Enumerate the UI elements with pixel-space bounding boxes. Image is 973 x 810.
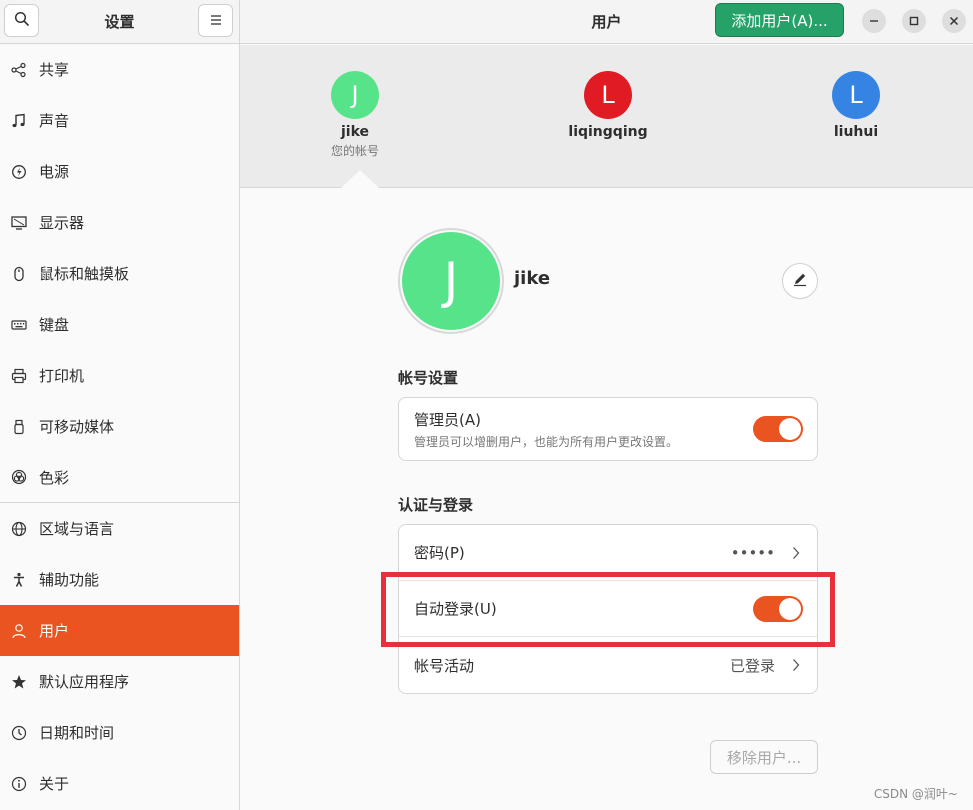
power-icon — [11, 164, 27, 180]
minimize-icon — [869, 12, 879, 30]
maximize-button[interactable] — [902, 9, 926, 33]
user-name: liqingqing — [568, 124, 648, 140]
sidebar-item-label: 打印机 — [39, 367, 85, 385]
user-card-liuhui[interactable]: L liuhui — [786, 71, 926, 140]
display-icon — [11, 215, 27, 231]
remove-user-button[interactable]: 移除用户... — [710, 740, 818, 774]
sidebar-item-label: 日期和时间 — [39, 724, 115, 742]
sidebar-item-default-apps[interactable]: 默认应用程序 — [0, 656, 239, 707]
edit-name-button[interactable] — [782, 263, 818, 299]
sidebar-item-accessibility[interactable]: 辅助功能 — [0, 554, 239, 605]
sidebar-item-about[interactable]: 关于 — [0, 758, 239, 809]
avatar-initial: J — [402, 232, 500, 330]
sidebar-item-label: 关于 — [39, 775, 70, 793]
info-icon — [11, 776, 27, 792]
sidebar-item-label: 共享 — [39, 61, 70, 79]
profile-avatar[interactable]: J — [398, 228, 504, 334]
sidebar-item-label: 可移动媒体 — [39, 418, 115, 436]
globe-icon — [11, 521, 27, 537]
sidebar-header: 设置 — [0, 0, 239, 44]
sidebar-item-displays[interactable]: 显示器 — [0, 197, 239, 248]
profile-name: jike — [514, 268, 551, 289]
sidebar-item-power[interactable]: 电源 — [0, 146, 239, 197]
sidebar-item-sound[interactable]: 声音 — [0, 95, 239, 146]
admin-row: 管理员(A) 管理员可以增删用户，也能为所有用户更改设置。 — [399, 398, 817, 460]
user-card-liqingqing[interactable]: L liqingqing — [538, 71, 678, 140]
avatar: L — [832, 71, 880, 119]
account-settings-panel: 管理员(A) 管理员可以增删用户，也能为所有用户更改设置。 — [398, 397, 818, 461]
add-user-button[interactable]: 添加用户(A)... — [715, 3, 844, 37]
printer-icon — [11, 368, 27, 384]
user-name: liuhui — [833, 124, 879, 140]
user-card-jike[interactable]: J jike 您的帐号 — [285, 71, 425, 159]
sidebar-list: 共享 声音 电源 显示器 鼠标和触摸板 键盘 打印机 可移动媒体 色彩 区域与语… — [0, 44, 239, 809]
password-value: ••••• — [730, 543, 775, 562]
user-icon — [11, 623, 27, 639]
chevron-right-icon — [792, 658, 800, 676]
sidebar-item-keyboard[interactable]: 键盘 — [0, 299, 239, 350]
sidebar-item-label: 色彩 — [39, 468, 70, 487]
close-icon — [949, 12, 959, 30]
sidebar-item-label: 鼠标和触摸板 — [39, 265, 130, 283]
sidebar-item-mouse[interactable]: 鼠标和触摸板 — [0, 248, 239, 299]
sidebar-item-label: 辅助功能 — [39, 571, 100, 589]
mouse-icon — [11, 266, 27, 282]
sidebar-item-region-language[interactable]: 区域与语言 — [0, 503, 239, 554]
color-icon — [11, 469, 27, 485]
user-subtitle: 您的帐号 — [330, 144, 379, 158]
user-name: jike — [340, 124, 370, 140]
watermark: CSDN @润叶~ — [873, 787, 958, 801]
usb-drive-icon — [11, 419, 27, 435]
chevron-right-icon — [792, 546, 800, 564]
sidebar-item-printers[interactable]: 打印机 — [0, 350, 239, 401]
sidebar-item-users[interactable]: 用户 — [0, 605, 239, 656]
sidebar-item-sharing[interactable]: 共享 — [0, 44, 239, 95]
hamburger-menu-icon — [209, 12, 223, 30]
admin-description: 管理员可以增删用户，也能为所有用户更改设置。 — [414, 434, 679, 449]
sidebar-item-label: 区域与语言 — [39, 520, 115, 538]
highlight-annotation-box — [381, 572, 835, 647]
menu-button[interactable] — [198, 4, 233, 37]
accessibility-icon — [11, 572, 27, 588]
account-settings-title: 帐号设置 — [398, 369, 459, 387]
main-header: 用户 添加用户(A)... — [240, 0, 973, 44]
admin-label: 管理员(A) — [414, 410, 481, 429]
sidebar-item-label: 电源 — [39, 163, 70, 181]
sidebar: 设置 共享 声音 电源 显示器 鼠标和触摸板 键盘 打印机 可移动媒体 色彩 区… — [0, 0, 240, 810]
activity-value: 已登录 — [729, 656, 775, 675]
sidebar-item-color[interactable]: 色彩 — [0, 452, 239, 503]
pencil-icon — [792, 271, 808, 291]
avatar: J — [331, 71, 379, 119]
sidebar-item-label: 用户 — [39, 622, 70, 640]
user-carousel: J jike 您的帐号 L liqingqing L liuhui — [240, 45, 973, 188]
auth-section-title: 认证与登录 — [398, 496, 474, 514]
music-note-icon — [11, 113, 27, 129]
sidebar-item-label: 显示器 — [39, 214, 85, 232]
sidebar-item-date-time[interactable]: 日期和时间 — [0, 707, 239, 758]
star-icon — [11, 674, 27, 690]
close-button[interactable] — [942, 9, 966, 33]
activity-label: 帐号活动 — [414, 656, 475, 675]
sidebar-item-label: 键盘 — [39, 316, 70, 334]
minimize-button[interactable] — [862, 9, 886, 33]
admin-toggle[interactable] — [753, 416, 803, 442]
selection-pointer — [341, 170, 379, 188]
clock-icon — [11, 725, 27, 741]
sidebar-item-label: 默认应用程序 — [39, 673, 130, 691]
keyboard-icon — [11, 317, 27, 333]
sidebar-item-removable-media[interactable]: 可移动媒体 — [0, 401, 239, 452]
password-label: 密码(P) — [414, 544, 465, 562]
share-icon — [11, 62, 27, 78]
sidebar-item-label: 声音 — [39, 112, 70, 130]
avatar: L — [584, 71, 632, 119]
maximize-icon — [909, 12, 919, 30]
